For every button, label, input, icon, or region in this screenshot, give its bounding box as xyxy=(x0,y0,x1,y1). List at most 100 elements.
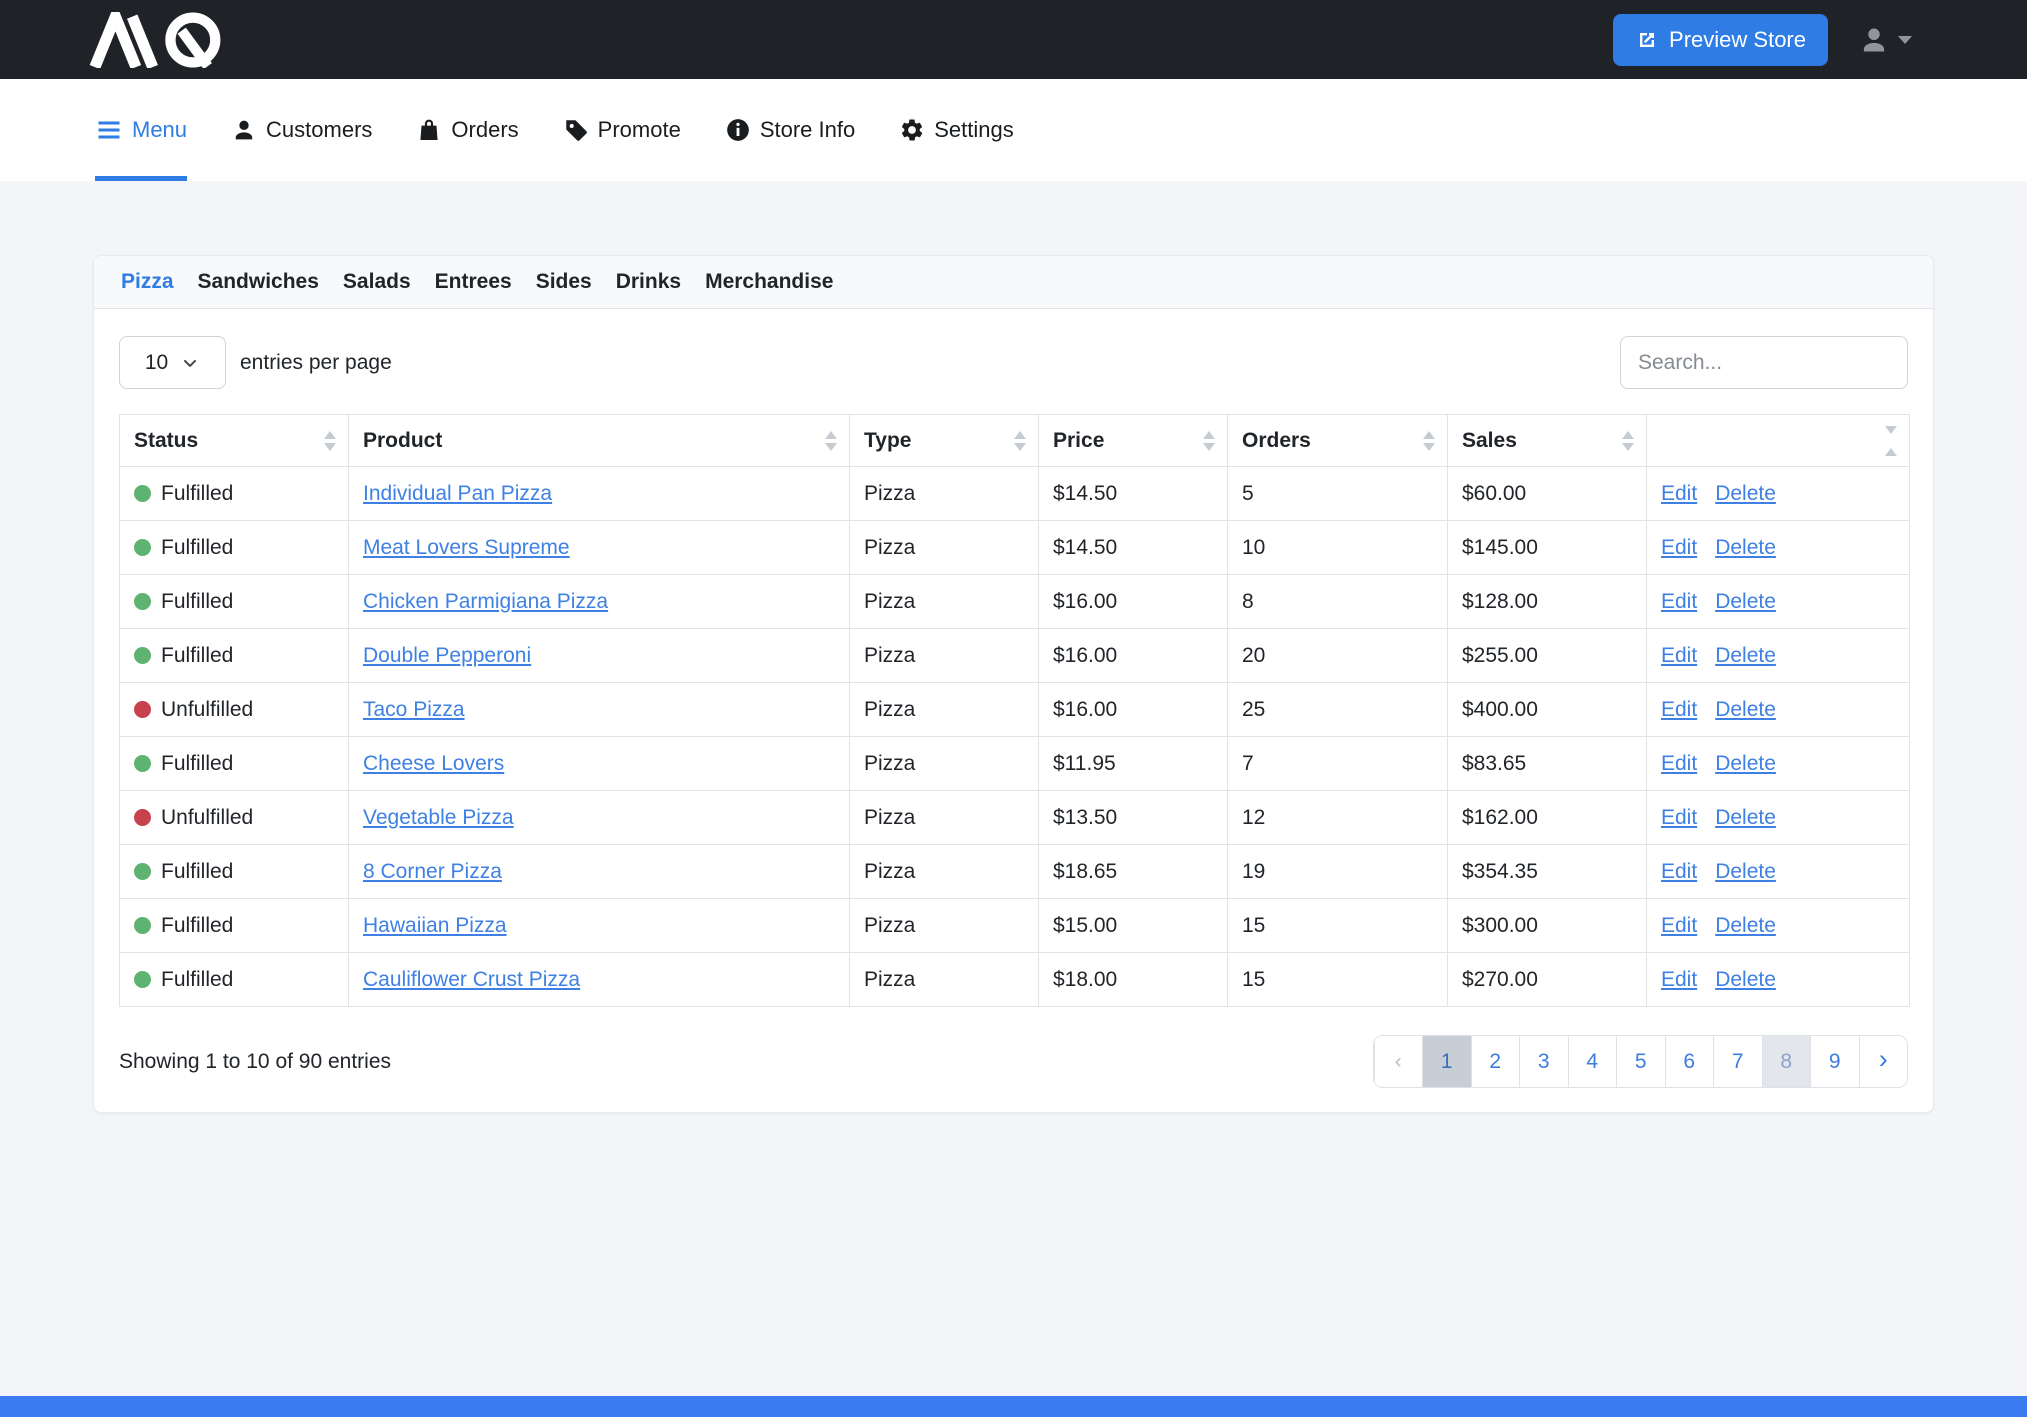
delete-link[interactable]: Delete xyxy=(1715,860,1776,883)
tab-sandwiches[interactable]: Sandwiches xyxy=(198,270,319,294)
price-cell: $16.00 xyxy=(1039,683,1228,737)
page-item[interactable]: 1 xyxy=(1422,1036,1471,1087)
page-item[interactable]: 6 xyxy=(1665,1036,1714,1087)
product-link[interactable]: Chicken Parmigiana Pizza xyxy=(363,590,608,613)
page-item[interactable]: 7 xyxy=(1713,1036,1762,1087)
delete-link[interactable]: Delete xyxy=(1715,536,1776,559)
column-header-actions[interactable] xyxy=(1647,415,1910,467)
delete-link[interactable]: Delete xyxy=(1715,644,1776,667)
sales-cell: $255.00 xyxy=(1448,629,1647,683)
table-footer: Showing 1 to 10 of 90 entries ‹ 1 2 3 4 xyxy=(119,1035,1908,1112)
product-link[interactable]: Cheese Lovers xyxy=(363,752,504,775)
status-label: Fulfilled xyxy=(161,536,233,559)
delete-link[interactable]: Delete xyxy=(1715,914,1776,937)
nav-item-menu[interactable]: Menu xyxy=(95,79,187,181)
type-cell: Pizza xyxy=(850,737,1039,791)
table-row: Unfulfilled Taco Pizza Pizza $16.00 25 $… xyxy=(120,683,1910,737)
nav-item-promote[interactable]: Promote xyxy=(563,79,681,181)
tab-drinks[interactable]: Drinks xyxy=(616,270,681,294)
edit-link[interactable]: Edit xyxy=(1661,536,1697,559)
product-link[interactable]: Cauliflower Crust Pizza xyxy=(363,968,580,991)
brand-logo[interactable] xyxy=(88,12,238,68)
tab-pizza[interactable]: Pizza xyxy=(121,270,174,294)
tab-entrees[interactable]: Entrees xyxy=(435,270,512,294)
page-item[interactable]: 5 xyxy=(1616,1036,1665,1087)
type-cell: Pizza xyxy=(850,953,1039,1007)
search-input[interactable] xyxy=(1620,336,1908,389)
entries-per-page-value: 10 xyxy=(145,351,168,375)
edit-link[interactable]: Edit xyxy=(1661,482,1697,505)
product-link[interactable]: Vegetable Pizza xyxy=(363,806,514,829)
price-cell: $14.50 xyxy=(1039,467,1228,521)
page-item[interactable]: ‹ xyxy=(1374,1036,1423,1087)
user-menu[interactable] xyxy=(1858,24,1912,56)
nav-item-settings[interactable]: Settings xyxy=(899,79,1014,181)
product-link[interactable]: Double Pepperoni xyxy=(363,644,531,667)
product-link[interactable]: Taco Pizza xyxy=(363,698,465,721)
edit-link[interactable]: Edit xyxy=(1661,644,1697,667)
status-dot xyxy=(134,917,151,934)
type-cell: Pizza xyxy=(850,467,1039,521)
status-dot xyxy=(134,539,151,556)
status-cell: Fulfilled xyxy=(120,575,349,629)
orders-cell: 8 xyxy=(1228,575,1448,629)
column-header-status[interactable]: Status xyxy=(120,415,349,467)
nav-item-customers[interactable]: Customers xyxy=(231,79,372,181)
price-cell: $11.95 xyxy=(1039,737,1228,791)
column-header-type[interactable]: Type xyxy=(850,415,1039,467)
card-body: 10 entries per page Status Product xyxy=(94,309,1933,1112)
page-item[interactable]: 8 xyxy=(1762,1036,1811,1087)
edit-link[interactable]: Edit xyxy=(1661,914,1697,937)
table-row: Unfulfilled Vegetable Pizza Pizza $13.50… xyxy=(120,791,1910,845)
page-item[interactable]: 3 xyxy=(1519,1036,1568,1087)
edit-link[interactable]: Edit xyxy=(1661,590,1697,613)
delete-link[interactable]: Delete xyxy=(1715,590,1776,613)
page-item[interactable]: 2 xyxy=(1471,1036,1520,1087)
edit-link[interactable]: Edit xyxy=(1661,806,1697,829)
entries-per-page-select[interactable]: 10 xyxy=(119,336,226,389)
product-link[interactable]: 8 Corner Pizza xyxy=(363,860,502,883)
caret-down-icon xyxy=(1898,36,1912,44)
delete-link[interactable]: Delete xyxy=(1715,752,1776,775)
column-header-sales[interactable]: Sales xyxy=(1448,415,1647,467)
edit-link[interactable]: Edit xyxy=(1661,752,1697,775)
orders-cell: 19 xyxy=(1228,845,1448,899)
edit-link[interactable]: Edit xyxy=(1661,860,1697,883)
nav-item-store-info[interactable]: Store Info xyxy=(725,79,855,181)
page-item[interactable]: › xyxy=(1859,1036,1908,1087)
delete-link[interactable]: Delete xyxy=(1715,968,1776,991)
sort-icon xyxy=(1622,431,1634,451)
status-label: Fulfilled xyxy=(161,644,233,667)
edit-link[interactable]: Edit xyxy=(1661,968,1697,991)
delete-link[interactable]: Delete xyxy=(1715,698,1776,721)
tab-sides[interactable]: Sides xyxy=(536,270,592,294)
product-link[interactable]: Meat Lovers Supreme xyxy=(363,536,570,559)
nav-item-orders[interactable]: Orders xyxy=(416,79,518,181)
status-cell: Fulfilled xyxy=(120,737,349,791)
sort-icon xyxy=(825,431,837,451)
status-cell: Fulfilled xyxy=(120,467,349,521)
sort-icon xyxy=(1014,431,1026,451)
gear-icon xyxy=(899,117,925,143)
product-cell: 8 Corner Pizza xyxy=(349,845,850,899)
sort-icon xyxy=(1203,431,1215,451)
orders-cell: 15 xyxy=(1228,899,1448,953)
type-cell: Pizza xyxy=(850,521,1039,575)
edit-link[interactable]: Edit xyxy=(1661,698,1697,721)
product-link[interactable]: Hawaiian Pizza xyxy=(363,914,507,937)
table-row: Fulfilled Chicken Parmigiana Pizza Pizza… xyxy=(120,575,1910,629)
delete-link[interactable]: Delete xyxy=(1715,806,1776,829)
product-link[interactable]: Individual Pan Pizza xyxy=(363,482,552,505)
tab-merchandise[interactable]: Merchandise xyxy=(705,270,833,294)
column-header-product[interactable]: Product xyxy=(349,415,850,467)
page-item[interactable]: 9 xyxy=(1810,1036,1859,1087)
column-header-price[interactable]: Price xyxy=(1039,415,1228,467)
sales-cell: $145.00 xyxy=(1448,521,1647,575)
status-dot xyxy=(134,593,151,610)
preview-store-button[interactable]: Preview Store xyxy=(1613,14,1828,66)
tab-salads[interactable]: Salads xyxy=(343,270,411,294)
column-header-orders[interactable]: Orders xyxy=(1228,415,1448,467)
page-item[interactable]: 4 xyxy=(1568,1036,1617,1087)
info-icon xyxy=(725,117,751,143)
delete-link[interactable]: Delete xyxy=(1715,482,1776,505)
